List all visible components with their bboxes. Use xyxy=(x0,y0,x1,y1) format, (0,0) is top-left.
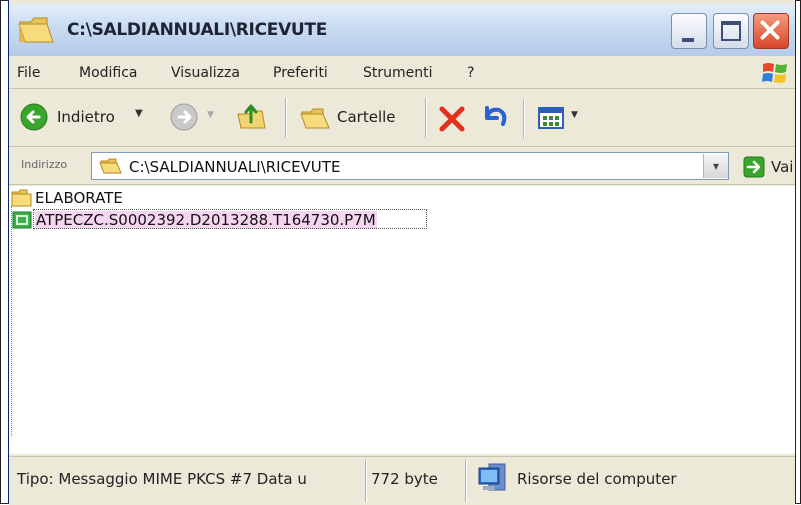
address-label: Indirizzo xyxy=(21,158,68,171)
status-location-text: Risorse del computer xyxy=(517,470,677,488)
maximize-button[interactable] xyxy=(713,13,749,49)
folder-icon xyxy=(11,189,32,207)
folders-icon[interactable] xyxy=(299,104,331,132)
maximize-icon xyxy=(721,21,741,41)
minimize-button[interactable] xyxy=(671,13,707,49)
explorer-window: C:\SALDIANNUALI\RICEVUTE File Modifica V… xyxy=(8,0,796,505)
close-icon xyxy=(760,20,780,40)
back-button-label[interactable]: Indietro xyxy=(57,108,115,126)
windows-logo-icon xyxy=(762,63,787,83)
title-bar[interactable]: C:\SALDIANNUALI\RICEVUTE xyxy=(9,4,795,56)
folder-icon xyxy=(18,17,54,43)
close-button[interactable] xyxy=(753,13,789,49)
folders-button-label[interactable]: Cartelle xyxy=(337,108,396,126)
computer-icon xyxy=(478,463,506,491)
status-divider xyxy=(365,460,367,502)
menu-modifica[interactable]: Modifica xyxy=(79,65,138,81)
undo-icon[interactable] xyxy=(479,102,509,132)
status-type-panel: Tipo: Messaggio MIME PKCS #7 Data u xyxy=(17,460,363,500)
status-type-text: Tipo: Messaggio MIME PKCS #7 Data u xyxy=(17,470,307,488)
file-icon xyxy=(12,211,32,229)
toolbar-separator xyxy=(285,98,287,138)
status-size-text: 772 byte xyxy=(371,470,438,488)
tree-guide-line xyxy=(11,206,13,436)
toolbar-separator xyxy=(523,98,525,138)
menu-visualizza[interactable]: Visualizza xyxy=(171,65,240,81)
focus-outline xyxy=(33,209,427,229)
toolbar-separator xyxy=(425,98,427,138)
file-name: ELABORATE xyxy=(35,189,123,207)
menu-file[interactable]: File xyxy=(17,65,40,81)
file-list-area[interactable]: ELABORATE ATPECZC.S0002392.D2013288.T164… xyxy=(9,186,795,454)
back-arrow-icon[interactable] xyxy=(19,102,49,132)
minimize-icon xyxy=(682,38,694,42)
go-arrow-icon[interactable] xyxy=(743,156,765,178)
back-dropdown-icon[interactable]: ▼ xyxy=(135,108,143,119)
delete-icon[interactable] xyxy=(437,104,467,134)
go-button-label[interactable]: Vai xyxy=(771,158,793,176)
forward-arrow-icon[interactable] xyxy=(169,102,199,132)
status-divider xyxy=(465,460,467,502)
list-item-selected[interactable]: ATPECZC.S0002392.D2013288.T164730.P7M xyxy=(11,209,431,230)
toolbar xyxy=(9,90,795,147)
menu-preferiti[interactable]: Preferiti xyxy=(273,65,328,81)
window-title: C:\SALDIANNUALI\RICEVUTE xyxy=(67,20,328,40)
menu-help[interactable]: ? xyxy=(467,65,474,81)
up-folder-icon[interactable] xyxy=(235,100,267,132)
list-item[interactable]: ELABORATE xyxy=(11,188,211,208)
chevron-down-icon: ▾ xyxy=(712,159,720,173)
menu-bar: File Modifica Visualizza Preferiti Strum… xyxy=(9,58,795,89)
folder-icon xyxy=(99,158,122,174)
views-icon[interactable] xyxy=(537,106,567,132)
views-dropdown-icon[interactable]: ▼ xyxy=(571,110,578,120)
address-dropdown-button[interactable]: ▾ xyxy=(703,154,728,178)
address-value[interactable]: C:\SALDIANNUALI\RICEVUTE xyxy=(129,158,340,176)
forward-dropdown-icon[interactable]: ▼ xyxy=(207,110,214,120)
menu-strumenti[interactable]: Strumenti xyxy=(363,65,433,81)
